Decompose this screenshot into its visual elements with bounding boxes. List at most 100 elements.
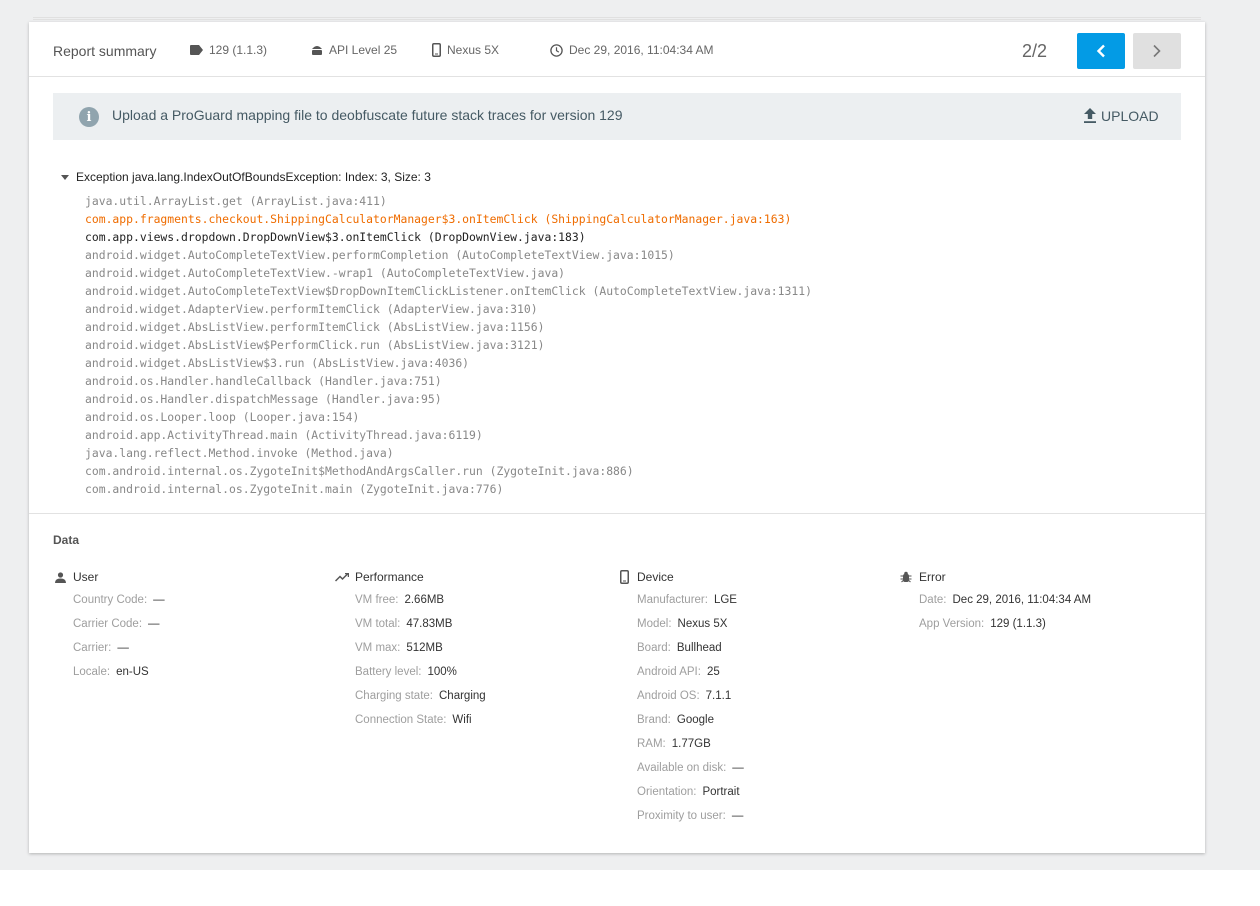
data-value: Dec 29, 2016, 11:04:34 AM	[952, 594, 1092, 606]
data-value: —	[731, 810, 744, 822]
expand-arrow-icon	[61, 174, 69, 180]
data-key: Country Code:	[73, 594, 148, 606]
data-row: Proximity to user: —	[637, 804, 744, 828]
proguard-banner: i Upload a ProGuard mapping file to deob…	[53, 93, 1181, 140]
device-section: Device Manufacturer: LGE Model: Nexus 5X Boa…	[619, 570, 744, 828]
data-row: Model: Nexus 5X	[637, 612, 744, 636]
data-value: Google	[676, 714, 714, 726]
report-summary-title: Report summary	[53, 43, 157, 59]
data-row: VM total: 47.83MB	[355, 612, 486, 636]
data-value: 512MB	[406, 642, 443, 654]
data-row: Date: Dec 29, 2016, 11:04:34 AM	[919, 588, 1091, 612]
stack-frame: java.util.ArrayList.get (ArrayList.java:…	[85, 194, 387, 208]
data-value: 2.66MB	[404, 594, 445, 606]
previous-report-button[interactable]	[1077, 33, 1125, 69]
data-row: Carrier Code: —	[73, 612, 165, 636]
data-value: —	[117, 642, 129, 654]
timestamp-label: Dec 29, 2016, 11:04:34 AM	[569, 43, 714, 57]
bug-icon	[900, 571, 912, 583]
timestamp-info: Dec 29, 2016, 11:04:34 AM	[550, 43, 714, 57]
data-key: Locale:	[73, 666, 111, 678]
data-key: Android API:	[637, 666, 701, 678]
upload-label: UPLOAD	[1101, 108, 1159, 124]
data-row: VM max: 512MB	[355, 636, 486, 660]
data-value: —	[153, 594, 165, 606]
stack-frame: android.widget.AdapterView.performItemCl…	[85, 302, 538, 316]
device-label: Nexus 5X	[447, 43, 500, 57]
stack-frame: android.os.Handler.dispatchMessage (Hand…	[85, 392, 442, 406]
data-row: Carrier: —	[73, 636, 165, 660]
data-row: Locale: en-US	[73, 660, 165, 684]
data-row: Android OS: 7.1.1	[637, 684, 744, 708]
stack-frame: android.os.Handler.handleCallback (Handl…	[85, 374, 442, 388]
data-key: Model:	[637, 618, 672, 630]
data-key: Manufacturer:	[637, 594, 708, 606]
data-key: VM total:	[355, 618, 401, 630]
data-row: Available on disk: —	[637, 756, 744, 780]
proguard-message: Upload a ProGuard mapping file to deobfu…	[112, 107, 623, 123]
data-row: Charging state: Charging	[355, 684, 486, 708]
data-key: Charging state:	[355, 690, 433, 702]
stack-frame: android.widget.AutoCompleteTextView.-wra…	[85, 266, 566, 280]
chevron-right-icon	[1153, 44, 1161, 58]
chevron-left-icon	[1096, 44, 1105, 58]
error-section: Error Date: Dec 29, 2016, 11:04:34 AM App …	[900, 570, 1091, 636]
next-report-button[interactable]	[1133, 33, 1181, 69]
stack-frame: android.os.Looper.loop (Looper.java:154)	[85, 410, 360, 424]
data-row: Orientation: Portrait	[637, 780, 744, 804]
data-value: 1.77GB	[671, 738, 711, 750]
report-header: Report summary 129 (1.1.3) API Level 25 …	[29, 22, 1205, 77]
data-value: 100%	[427, 666, 457, 678]
version-label: 129 (1.1.3)	[209, 43, 268, 57]
data-row: RAM: 1.77GB	[637, 732, 744, 756]
trending-up-icon	[335, 572, 349, 582]
data-row: VM free: 2.66MB	[355, 588, 486, 612]
upload-icon	[1084, 108, 1096, 123]
exception-toggle[interactable]: Exception java.lang.IndexOutOfBoundsExce…	[61, 170, 431, 184]
data-key: Available on disk:	[637, 762, 727, 774]
data-key: Battery level:	[355, 666, 422, 678]
version-info: 129 (1.1.3)	[190, 43, 267, 57]
stack-frame: com.android.internal.os.ZygoteInit.main …	[85, 482, 504, 496]
data-value: Bullhead	[676, 642, 722, 654]
data-value: 129 (1.1.3)	[990, 618, 1046, 630]
stack-frame: android.widget.AbsListView$PerformClick.…	[85, 338, 545, 352]
data-value: 25	[706, 666, 720, 678]
data-value: Charging	[439, 690, 486, 702]
upload-button[interactable]: UPLOAD	[1083, 108, 1159, 124]
stack-frame: android.widget.AutoCompleteTextView.perf…	[85, 248, 675, 262]
section-title: Performance	[355, 570, 424, 584]
data-row: Battery level: 100%	[355, 660, 486, 684]
android-icon	[312, 46, 322, 55]
crash-report-card: Report summary 129 (1.1.3) API Level 25 …	[29, 22, 1205, 853]
data-key: Connection State:	[355, 714, 447, 726]
data-value: —	[148, 618, 160, 630]
page-indicator: 2/2	[1022, 41, 1048, 61]
device-info: Nexus 5X	[432, 43, 499, 57]
card-stack-edge	[33, 17, 1201, 18]
api-level-info: API Level 25	[311, 43, 397, 57]
data-key: Date:	[919, 594, 947, 606]
data-value: Wifi	[452, 714, 472, 726]
data-key: Carrier Code:	[73, 618, 143, 630]
stack-frame: android.widget.AbsListView$3.run (AbsLis…	[85, 356, 470, 370]
data-row: Board: Bullhead	[637, 636, 744, 660]
phone-icon	[619, 570, 629, 584]
data-value: 47.83MB	[406, 618, 453, 630]
data-key: Brand:	[637, 714, 671, 726]
tag-icon	[190, 45, 203, 55]
data-row: Connection State: Wifi	[355, 708, 486, 732]
data-value: 7.1.1	[705, 690, 732, 702]
data-value: LGE	[713, 594, 737, 606]
stack-frame: com.app.fragments.checkout.ShippingCalcu…	[85, 212, 792, 226]
info-icon: i	[79, 107, 99, 127]
data-key: Proximity to user:	[637, 810, 726, 822]
section-title: Device	[637, 570, 674, 584]
data-key: VM free:	[355, 594, 399, 606]
clock-icon	[550, 43, 563, 57]
data-key: RAM:	[637, 738, 666, 750]
data-key: VM max:	[355, 642, 401, 654]
performance-section: Performance VM free: 2.66MB VM total: 47.83…	[335, 570, 486, 732]
phone-icon	[432, 43, 441, 57]
card-stack-edge	[33, 19, 1201, 20]
